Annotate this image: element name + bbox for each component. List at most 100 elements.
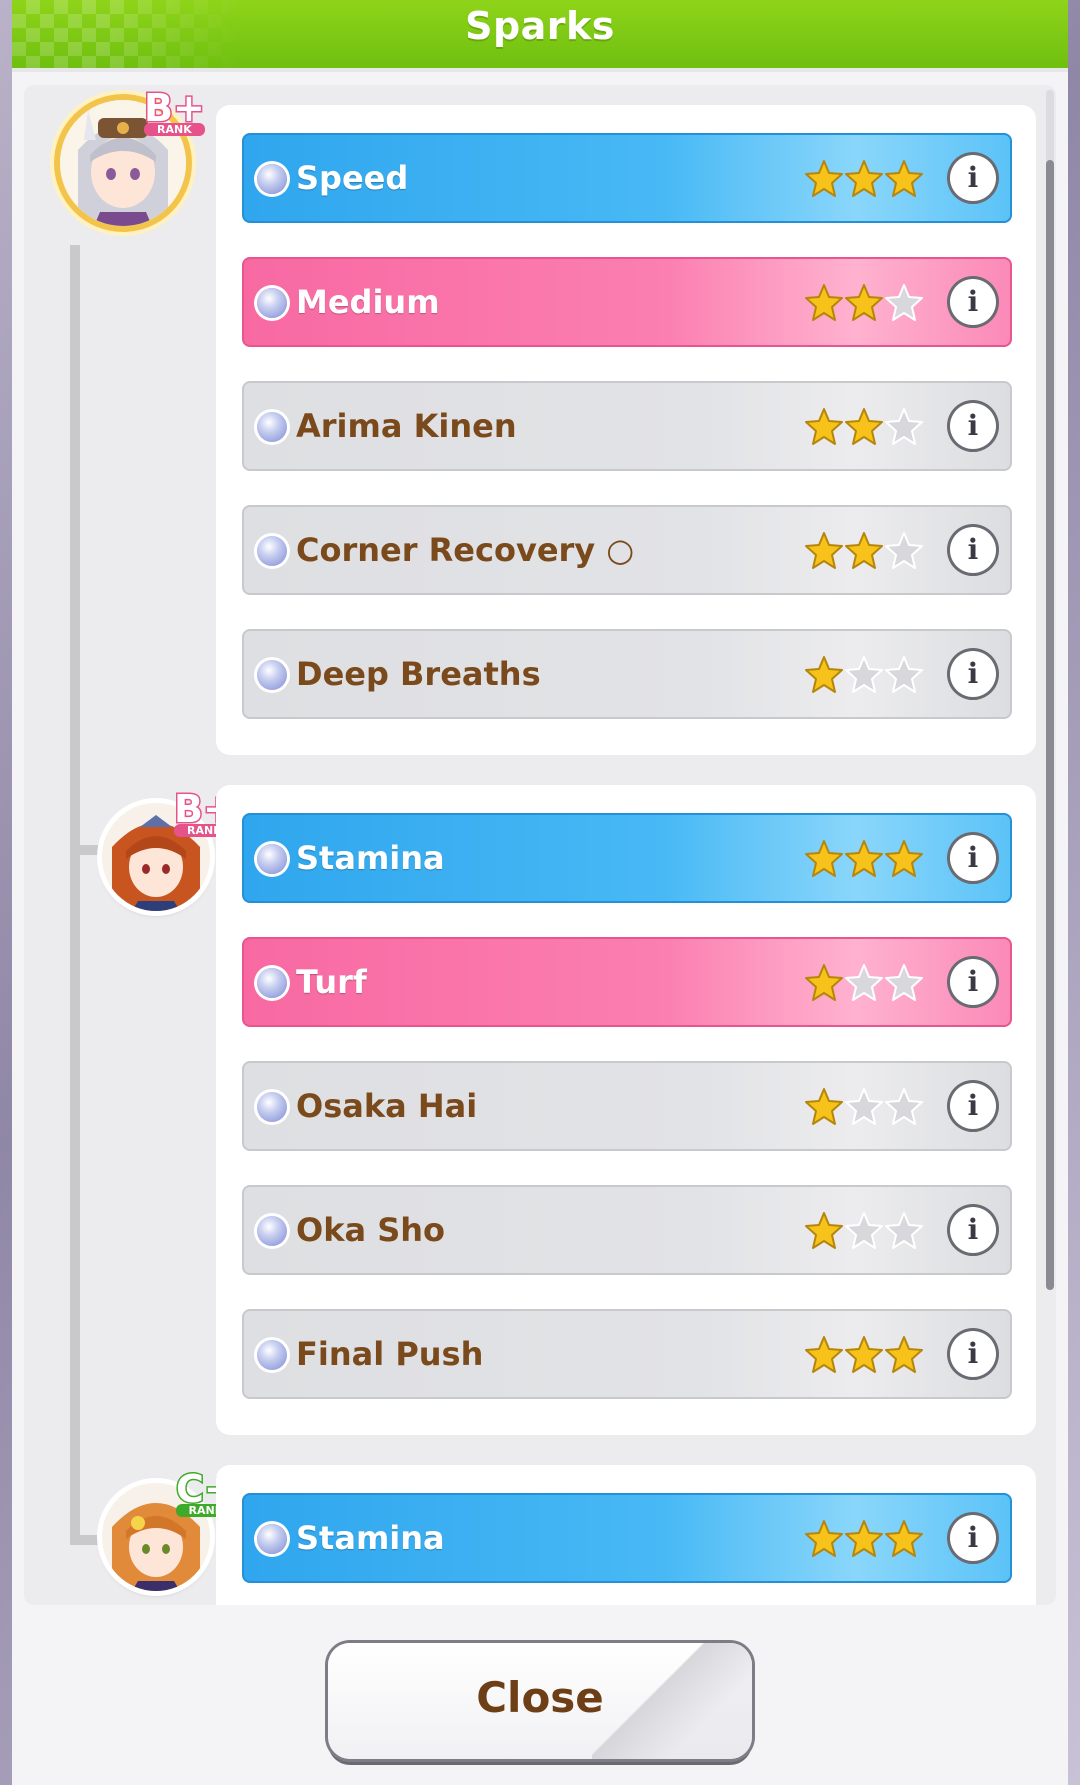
spark-label: Medium: [296, 283, 440, 321]
star-empty-icon: [845, 656, 883, 693]
lineage-branch: [70, 1535, 104, 1545]
info-icon[interactable]: i: [950, 155, 996, 201]
star-filled-icon: [805, 840, 843, 877]
star-empty-icon: [885, 964, 923, 1001]
spark-label: Oka Sho: [296, 1211, 446, 1249]
star-empty-icon: [885, 532, 923, 569]
spark-bullet-icon: [257, 1524, 287, 1554]
star-rating: [804, 963, 944, 1007]
star-rating: [804, 1335, 944, 1379]
spark-label: Arima Kinen: [296, 407, 517, 445]
star-filled-icon: [805, 532, 843, 569]
info-icon[interactable]: i: [950, 527, 996, 573]
info-icon[interactable]: i: [950, 279, 996, 325]
info-icon[interactable]: i: [950, 959, 996, 1005]
spark-label: Stamina: [296, 839, 445, 877]
spark-row[interactable]: Arima Kinen i: [242, 381, 1012, 471]
star-filled-icon: [845, 840, 883, 877]
spark-bullet-icon: [257, 536, 287, 566]
spark-row[interactable]: Medium i: [242, 257, 1012, 347]
star-filled-icon: [885, 1336, 923, 1373]
star-rating: [804, 159, 944, 203]
info-icon[interactable]: i: [950, 403, 996, 449]
star-rating: [804, 407, 944, 451]
star-filled-icon: [805, 1336, 843, 1373]
info-icon[interactable]: i: [950, 1083, 996, 1129]
dialog-header: Sparks: [12, 0, 1068, 72]
spark-label: Turf: [296, 963, 367, 1001]
spark-bullet-icon: [257, 1216, 287, 1246]
spark-row[interactable]: Stamina i: [242, 813, 1012, 903]
star-filled-icon: [845, 1520, 883, 1557]
star-rating: [804, 839, 944, 883]
spark-card: Speed i Medium i Arima Kinen i Corner Recov…: [216, 105, 1036, 755]
spark-bullet-icon: [257, 164, 287, 194]
star-filled-icon: [845, 284, 883, 321]
spark-bullet-icon: [257, 968, 287, 998]
star-empty-icon: [885, 284, 923, 321]
star-filled-icon: [805, 964, 843, 1001]
info-icon[interactable]: i: [950, 1331, 996, 1377]
star-empty-icon: [885, 408, 923, 445]
info-icon[interactable]: i: [950, 1207, 996, 1253]
close-button[interactable]: Close: [328, 1643, 752, 1759]
star-rating: [804, 1519, 944, 1563]
spark-bullet-icon: [257, 288, 287, 318]
star-empty-icon: [845, 964, 883, 1001]
close-button-label: Close: [476, 1673, 604, 1722]
rank-badge: B+ RANK: [143, 86, 206, 136]
star-filled-icon: [805, 408, 843, 445]
star-filled-icon: [805, 160, 843, 197]
sparks-dialog: Sparks B+ RANK B+ RANK C+ RANK Speed i M…: [12, 0, 1068, 1785]
sparks-scroll-area[interactable]: B+ RANK B+ RANK C+ RANK Speed i Medium i…: [24, 85, 1056, 1605]
spark-row[interactable]: Speed i: [242, 133, 1012, 223]
star-filled-icon: [845, 1336, 883, 1373]
spark-row[interactable]: Oka Sho i: [242, 1185, 1012, 1275]
star-rating: [804, 531, 944, 575]
spark-label: Deep Breaths: [296, 655, 541, 693]
spark-row[interactable]: Turf i: [242, 937, 1012, 1027]
star-filled-icon: [805, 656, 843, 693]
spark-row[interactable]: Stamina i: [242, 1493, 1012, 1583]
spark-row[interactable]: Final Push i: [242, 1309, 1012, 1399]
star-filled-icon: [845, 408, 883, 445]
spark-card: Stamina i: [216, 1465, 1036, 1605]
spark-row[interactable]: Deep Breaths i: [242, 629, 1012, 719]
lineage-branch: [70, 845, 104, 855]
star-filled-icon: [805, 1088, 843, 1125]
star-rating: [804, 1087, 944, 1131]
spark-bullet-icon: [257, 844, 287, 874]
star-rating: [804, 283, 944, 327]
star-rating: [804, 655, 944, 699]
star-filled-icon: [805, 1520, 843, 1557]
star-filled-icon: [805, 1212, 843, 1249]
star-empty-icon: [845, 1088, 883, 1125]
info-icon[interactable]: i: [950, 835, 996, 881]
star-filled-icon: [845, 160, 883, 197]
star-filled-icon: [885, 1520, 923, 1557]
star-filled-icon: [885, 840, 923, 877]
star-filled-icon: [845, 532, 883, 569]
spark-label: Speed: [296, 159, 409, 197]
star-filled-icon: [805, 284, 843, 321]
spark-card: Stamina i Turf i Osaka Hai i Oka Sho i Final…: [216, 785, 1036, 1435]
spark-row[interactable]: Osaka Hai i: [242, 1061, 1012, 1151]
info-icon[interactable]: i: [950, 651, 996, 697]
star-empty-icon: [885, 1212, 923, 1249]
info-icon[interactable]: i: [950, 1515, 996, 1561]
star-empty-icon: [885, 1088, 923, 1125]
spark-bullet-icon: [257, 1092, 287, 1122]
star-filled-icon: [885, 160, 923, 197]
spark-label: Corner Recovery ○: [296, 531, 635, 569]
spark-row[interactable]: Corner Recovery ○ i: [242, 505, 1012, 595]
spark-bullet-icon: [257, 1340, 287, 1370]
lineage-tree-line: [70, 245, 80, 1545]
spark-label: Final Push: [296, 1335, 484, 1373]
scrollbar-thumb[interactable]: [1046, 160, 1054, 1290]
spark-bullet-icon: [257, 660, 287, 690]
dialog-title: Sparks: [465, 4, 615, 48]
spark-bullet-icon: [257, 412, 287, 442]
star-rating: [804, 1211, 944, 1255]
star-empty-icon: [885, 656, 923, 693]
star-empty-icon: [845, 1212, 883, 1249]
